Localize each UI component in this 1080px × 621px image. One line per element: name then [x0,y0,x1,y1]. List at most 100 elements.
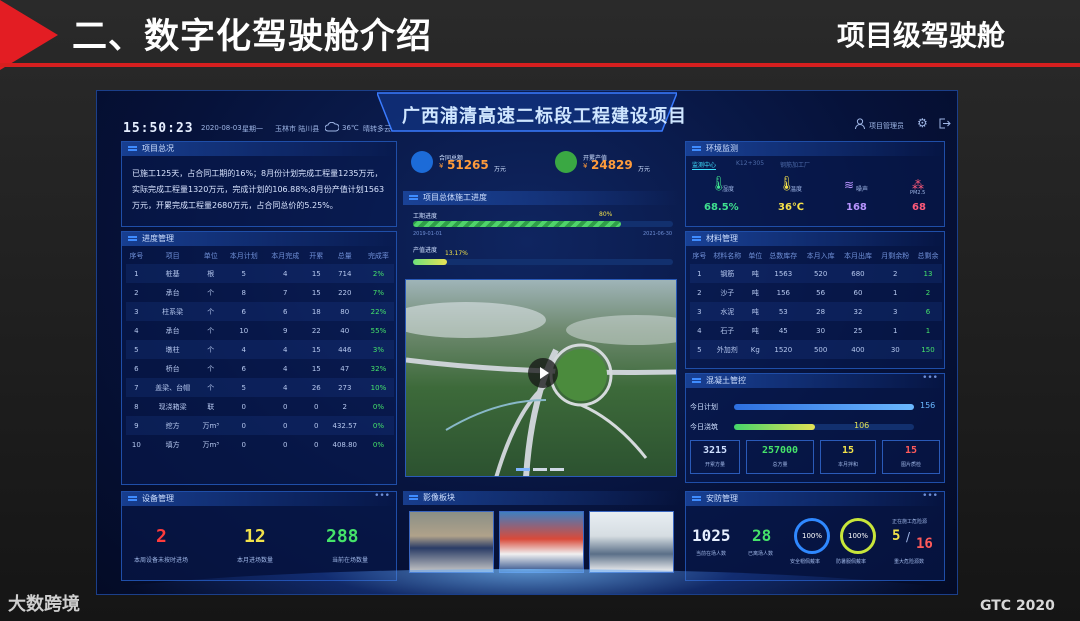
humidity-value: 68.5% [704,202,739,213]
site-photo-3[interactable] [589,511,674,573]
temperature-text: 36℃ [342,124,359,132]
more-icon[interactable]: ••• [374,491,390,501]
env-tab-center[interactable]: 监测中心 [692,160,717,170]
danger-current: 5 [892,528,901,544]
progress-table-cell: 0 [282,402,288,411]
progress-table-cell: 个 [207,288,215,297]
site-photo-2[interactable] [499,511,584,573]
materials-table-cell: 1 [893,326,898,335]
progress-table-cell: 0 [264,416,306,435]
equipment-panel: 设备管理 ••• 2 本周设备未按时进场 12 本月进场数量 288 当前在场数量 [121,491,397,581]
materials-table-row[interactable]: 1 钢筋吨 1563 520 680 2 13 [690,264,942,283]
contract-icon [411,151,433,173]
progress-table-cell: 408.80 [332,440,358,449]
progress-table-cell: 0 [314,402,319,411]
progress-table-cell: 4 [264,378,306,397]
progress-table-cell: 2 [342,402,347,411]
progress-table-cell: 6 [241,364,247,373]
heatproof-rate-value: 100% [847,532,868,540]
env-tab-rebar[interactable]: 钢筋加工厂 [780,160,810,169]
concrete-month-value: 15 [841,445,855,456]
progress-table-row[interactable]: 8 现浇箱梁 联 0 0 0 2 0% [126,397,394,416]
concrete-month-label: 本月拌和 [837,462,858,468]
materials-title: 材料管理 [706,234,738,243]
progress-table-cell: 32% [370,364,387,373]
slide-subtitle: 项目级驾驶舱 [836,19,1005,52]
progress-table-cell: 万m³ [198,416,224,435]
progress-table-cell: 8 [241,288,247,297]
more-icon[interactable]: ••• [922,373,938,383]
user-label[interactable]: 项目管理员 [869,121,904,131]
gear-icon[interactable]: ⚙ [917,116,928,130]
progress-table-cell: 0 [223,416,265,435]
concrete-panel: 混凝土管控 ••• 今日计划 156 今日浇筑 106 3215 开累方量 257… [685,373,945,483]
materials-table-cell: Kg [745,340,765,359]
materials-table-cell: 钢筋 [708,264,746,283]
materials-table-cell: 1563 [764,264,802,283]
progress-table-cell: 4 [134,326,139,335]
progress-title: 进度管理 [142,234,174,243]
progress-table-cell: 714 [326,264,363,283]
progress-table-cell: 10 [239,326,249,335]
materials-table-row[interactable]: 3 水泥吨 53 28 32 3 6 [690,302,942,321]
carousel-dot[interactable] [533,468,547,471]
materials-table-cell: 1 [893,288,898,297]
progress-table-row[interactable]: 7 盖梁、台帽个 5 4 26 273 10% [126,378,394,397]
header-marker-icon [409,195,418,200]
materials-table-cell: 25 [853,326,863,335]
output-unit: 万元 [638,166,651,173]
header-marker-icon [692,236,701,241]
output-value: 24829 [591,158,633,172]
progress-table-cell: 3 [126,302,147,321]
progress-table-cell: 填方 [165,440,180,449]
materials-table-cell: 吨 [745,302,765,321]
materials-table-cell: 吨 [745,264,765,283]
materials-table-cell: 3 [690,302,709,321]
more-icon[interactable]: ••• [922,491,938,501]
danger-label: 重大危险源数 [894,559,925,565]
danger-total: 16 [916,536,933,552]
header-marker-icon [692,146,701,151]
materials-column-header: 单位 [748,252,763,260]
progress-table-row[interactable]: 3 柱系梁个 6 6 18 80 22% [126,302,394,321]
materials-table-cell: 石子 [720,326,735,335]
progress-table-row[interactable]: 5 墩柱个 4 4 15 446 3% [126,340,394,359]
progress-table-row[interactable]: 1 桩基根 5 4 15 714 2% [126,264,394,283]
construction-progress-title: 项目总体施工进度 [423,193,487,202]
concrete-qc-label: 图片质检 [900,462,921,468]
progress-table-cell: 4 [282,364,288,373]
overview-title: 项目总况 [142,144,174,153]
play-button[interactable] [528,358,558,388]
user-icon[interactable] [855,118,865,129]
carousel-dot[interactable] [550,468,564,471]
header-marker-icon [692,496,701,501]
materials-table-cell: 500 [801,340,840,359]
progress-table-cell: 承台 [165,326,180,335]
progress-table-cell: 0 [305,416,327,435]
env-tab-k12[interactable]: K12+305 [736,160,764,167]
dashboard-title: 广西浦清高速二标段工程建设项目 [402,106,687,127]
materials-table-row[interactable]: 2 沙子 吨 156 56 60 1 2 [690,283,942,302]
progress-table-row[interactable]: 9 挖方 万m³ 0 0 0 432.57 0% [126,416,394,435]
site-photo-1[interactable] [409,511,494,573]
aerial-video[interactable] [405,279,677,477]
progress-table-cell: 6 [134,364,139,373]
logout-icon[interactable] [939,118,951,129]
materials-table-cell: 520 [801,264,840,283]
progress-table-cell: 挖方 [146,416,199,435]
progress-table-row[interactable]: 6 桥台 个 6 4 15 47 32% [126,359,394,378]
materials-table-cell: 水泥 [708,302,746,321]
progress-table-row[interactable]: 10 填方 万m³ 0 0 0 408.80 0% [126,435,394,454]
progress-table-row[interactable]: 2 承台 个 8 7 15 220 7% [126,283,394,302]
progress-table-row[interactable]: 4 承台 个 10 9 22 40 55% [126,321,394,340]
progress-table-cell: 15 [311,288,321,297]
materials-table-row[interactable]: 4 石子 吨 45 30 25 1 1 [690,321,942,340]
concrete-stat-box: 15 本月拌和 [820,440,876,474]
end-date: 2021-06-30 [643,231,673,237]
progress-table-cell: 1 [126,264,147,283]
progress-table-cell: 4 [223,340,265,359]
schedule-percent: 80% [599,211,613,218]
materials-table-row[interactable]: 5 外加剂 Kg 1520 500 400 30 150 [690,340,942,359]
concrete-total-label: 总方量 [772,462,788,468]
carousel-dot[interactable] [516,468,530,471]
